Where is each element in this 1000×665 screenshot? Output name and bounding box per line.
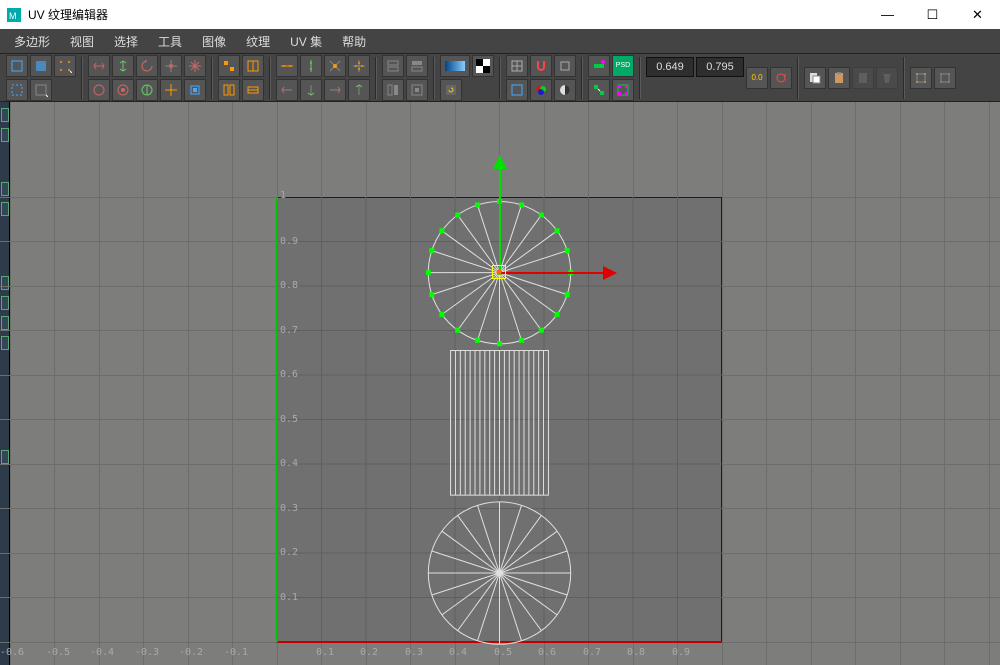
px-icon[interactable] <box>506 79 528 101</box>
sphere-icon[interactable] <box>324 55 346 77</box>
svg-text:M: M <box>9 11 17 21</box>
flip-v-icon[interactable] <box>112 55 134 77</box>
auto-icon[interactable] <box>348 55 370 77</box>
gradient-icon[interactable] <box>440 55 470 77</box>
select-edge-icon[interactable] <box>6 79 28 101</box>
image-icon[interactable] <box>406 55 428 77</box>
move-gizmo-x[interactable] <box>500 272 610 274</box>
refresh-icon[interactable] <box>770 67 792 89</box>
cyl-icon[interactable] <box>300 55 322 77</box>
match-icon[interactable] <box>160 79 182 101</box>
uv-label-icon[interactable]: 0.0 <box>746 67 768 89</box>
unfold-icon[interactable] <box>184 55 206 77</box>
layout-icon[interactable] <box>112 79 134 101</box>
opt2-icon[interactable] <box>934 67 956 89</box>
minimize-button[interactable]: — <box>865 0 910 29</box>
opt1-icon[interactable] <box>910 67 932 89</box>
relax-icon[interactable] <box>88 79 110 101</box>
rotate-ccw-icon[interactable] <box>136 55 158 77</box>
camera-icon[interactable] <box>276 79 298 101</box>
menu-tool[interactable]: 工具 <box>148 30 192 54</box>
maximize-button[interactable]: ☐ <box>910 0 955 29</box>
grid-icon[interactable] <box>506 55 528 77</box>
reload-icon[interactable] <box>440 79 462 101</box>
magnet-icon[interactable] <box>530 55 552 77</box>
axis-tick-x: -0.2 <box>179 647 203 658</box>
menu-uvset[interactable]: UV 集 <box>280 30 332 54</box>
dim2-icon[interactable] <box>588 79 610 101</box>
menu-help[interactable]: 帮助 <box>332 30 376 54</box>
del-icon[interactable] <box>852 67 874 89</box>
normal-icon[interactable] <box>348 79 370 101</box>
toolbar: PSD 0.649 0.795 0.0 <box>0 54 1000 102</box>
shade-icon[interactable] <box>554 79 576 101</box>
checker-icon[interactable] <box>382 55 404 77</box>
psd-icon[interactable]: PSD <box>612 55 634 77</box>
menu-texture[interactable]: 纹理 <box>236 30 280 54</box>
window-title: UV 纹理编辑器 <box>28 6 108 23</box>
stack-icon[interactable] <box>136 79 158 101</box>
axis-tick-x: -0.4 <box>90 647 114 658</box>
close-button[interactable]: ✕ <box>955 0 1000 29</box>
select-uv-icon[interactable] <box>30 79 52 101</box>
select-vertex-icon[interactable] <box>54 55 76 77</box>
checker2-icon[interactable] <box>472 55 494 77</box>
move-gizmo-y[interactable] <box>499 162 501 272</box>
trash-icon[interactable] <box>876 67 898 89</box>
move-sew-icon[interactable] <box>218 79 240 101</box>
menu-polygons[interactable]: 多边形 <box>4 30 60 54</box>
axis-tick-x: -0.6 <box>0 647 24 658</box>
u-value-field[interactable]: 0.649 <box>646 57 694 77</box>
menu-view[interactable]: 视图 <box>60 30 104 54</box>
rgb-icon[interactable] <box>530 79 552 101</box>
menu-image[interactable]: 图像 <box>192 30 236 54</box>
snapshot2-icon[interactable] <box>406 79 428 101</box>
menu-select[interactable]: 选择 <box>104 30 148 54</box>
channel-box-strip <box>0 102 10 665</box>
app-icon: M <box>6 7 22 23</box>
dim-icon[interactable] <box>588 55 610 77</box>
axis-tick-x: -0.1 <box>224 647 248 658</box>
retain-icon[interactable] <box>554 55 576 77</box>
best-icon[interactable] <box>300 79 322 101</box>
select-face-icon[interactable] <box>30 55 52 77</box>
snapshot-icon[interactable] <box>382 79 404 101</box>
menubar: 多边形 视图 选择 工具 图像 纹理 UV 集 帮助 <box>0 30 1000 54</box>
axis-tick-x: -0.5 <box>46 647 70 658</box>
v-value-field[interactable]: 0.795 <box>696 57 744 77</box>
dim3-icon[interactable] <box>612 79 634 101</box>
uv-canvas[interactable]: -0.6 -0.5 -0.4 -0.3 -0.2 -0.1 0.1 0.2 0.… <box>0 102 1000 665</box>
cut-icon[interactable] <box>218 55 240 77</box>
paste-icon[interactable] <box>828 67 850 89</box>
contour-icon[interactable] <box>324 79 346 101</box>
move-gizmo-center[interactable] <box>492 265 506 279</box>
select-shell-icon[interactable] <box>6 55 28 77</box>
rotate-cw-icon[interactable] <box>160 55 182 77</box>
split-icon[interactable] <box>242 79 264 101</box>
sew-icon[interactable] <box>242 55 264 77</box>
flip-u-icon[interactable] <box>88 55 110 77</box>
planar-icon[interactable] <box>276 55 298 77</box>
axis-tick-x: -0.3 <box>135 647 159 658</box>
titlebar: M UV 纹理编辑器 — ☐ ✕ <box>0 0 1000 30</box>
copy-icon[interactable] <box>804 67 826 89</box>
snap-icon[interactable] <box>184 79 206 101</box>
